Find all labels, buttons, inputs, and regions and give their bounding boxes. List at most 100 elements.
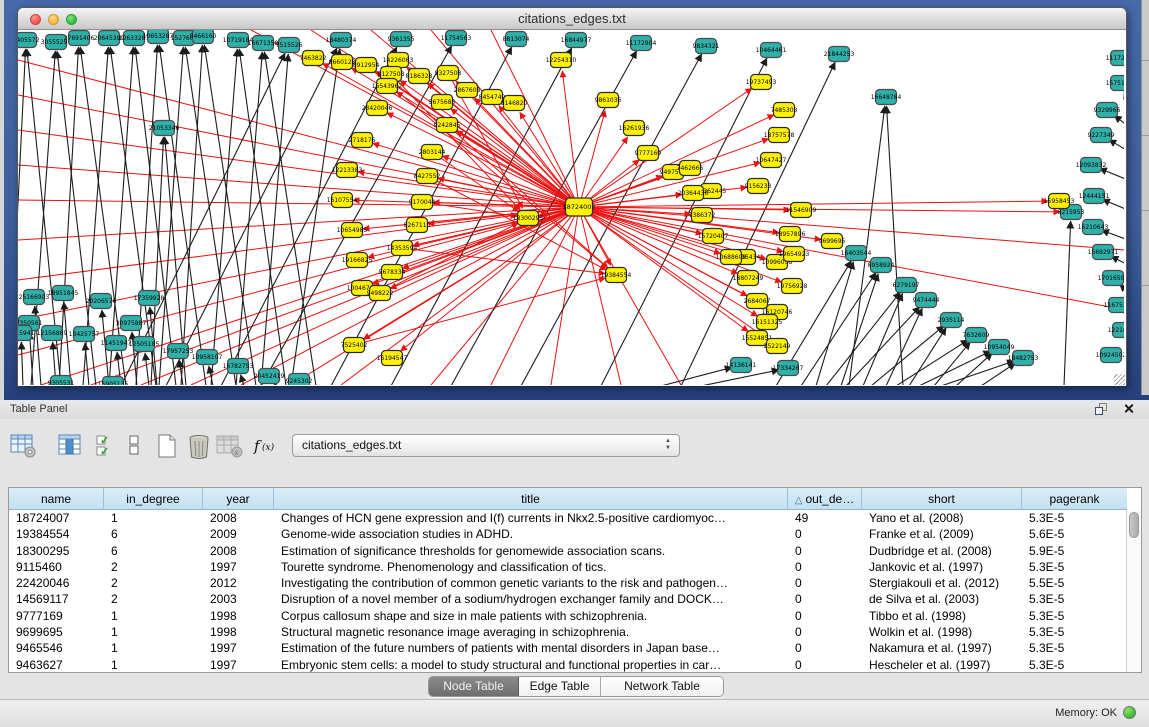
graph-node[interactable]: 9156233 bbox=[745, 179, 772, 194]
graph-node[interactable]: 18480374 bbox=[326, 33, 357, 48]
graph-node[interactable]: 9699695 bbox=[819, 234, 846, 249]
table-cell[interactable]: 9115460 bbox=[9, 559, 104, 575]
graph-node[interactable]: 17359928 bbox=[134, 291, 165, 306]
table-cell[interactable]: 1 bbox=[104, 640, 203, 656]
graph-node[interactable]: 2803144 bbox=[419, 145, 446, 160]
table-cell[interactable]: 2003 bbox=[203, 591, 274, 607]
graph-node[interactable]: 10924502 bbox=[1096, 348, 1124, 363]
table-row[interactable]: 1456911722003Disruption of a novel membe… bbox=[9, 591, 1127, 607]
graph-node[interactable]: 2718176 bbox=[349, 133, 376, 148]
graph-node[interactable]: 16782753 bbox=[223, 359, 254, 374]
table-row[interactable]: 911546021997Tourette syndrome. Phenomeno… bbox=[9, 559, 1127, 575]
column-header-year[interactable]: year bbox=[203, 488, 274, 510]
column-header-short[interactable]: short bbox=[862, 488, 1022, 510]
table-cell[interactable]: 2 bbox=[104, 591, 203, 607]
table-row[interactable]: 1938455462009Genome-wide association stu… bbox=[9, 526, 1127, 542]
graph-node[interactable]: 9242845 bbox=[434, 118, 461, 133]
table-mode-icon[interactable] bbox=[10, 433, 38, 459]
table-cell[interactable]: 1998 bbox=[203, 608, 274, 624]
table-cell[interactable]: Hescheler et al. (1997) bbox=[862, 657, 1022, 673]
table-cell[interactable]: 0 bbox=[788, 575, 862, 591]
table-row[interactable]: 2242004622012Investigating the contribut… bbox=[9, 575, 1127, 591]
graph-node[interactable]: 5678334 bbox=[379, 265, 406, 280]
graph-node[interactable]: 7632609 bbox=[963, 328, 990, 343]
graph-node[interactable]: 7485303 bbox=[771, 103, 798, 118]
graph-node[interactable]: 9405572 bbox=[18, 33, 40, 48]
graph-node[interactable]: 18807249 bbox=[733, 271, 764, 286]
table-cell[interactable]: Stergiakouli et al. (2012) bbox=[862, 575, 1022, 591]
graph-node[interactable]: 11451947 bbox=[101, 336, 132, 351]
graph-node[interactable]: 18757578 bbox=[764, 128, 795, 143]
network-canvas-container[interactable]: 9405572305552972769140620645399106332871… bbox=[18, 30, 1126, 386]
table-cell[interactable]: Disruption of a novel member of a sodium… bbox=[274, 591, 788, 607]
graph-node[interactable]: 21844253 bbox=[824, 47, 855, 62]
graph-node[interactable]: 18957896 bbox=[775, 227, 806, 242]
table-cell[interactable]: Estimation of significance thresholds fo… bbox=[274, 543, 788, 559]
table-cell[interactable]: 5.3E-5 bbox=[1022, 624, 1127, 640]
table-cell[interactable]: 19384554 bbox=[9, 526, 104, 542]
table-cell[interactable]: 0 bbox=[788, 543, 862, 559]
column-header-name[interactable]: name bbox=[9, 488, 104, 510]
graph-node[interactable]: 27691406 bbox=[64, 31, 95, 46]
graph-node[interactable]: 12210343 bbox=[1108, 323, 1124, 338]
table-cell[interactable]: 5.3E-5 bbox=[1022, 510, 1127, 526]
graph-node[interactable]: 16671358 bbox=[248, 36, 279, 51]
table-cell[interactable]: 2009 bbox=[203, 526, 274, 542]
graph-node[interactable]: 9498222 bbox=[367, 286, 394, 301]
table-row[interactable]: 969969511998Structural magnetic resonanc… bbox=[9, 624, 1127, 640]
graph-node[interactable]: 16261936 bbox=[619, 121, 650, 136]
graph-node[interactable]: 12093832 bbox=[1076, 158, 1107, 173]
graph-node[interactable]: 9327508 bbox=[435, 66, 462, 81]
graph-node[interactable]: 11675334 bbox=[1104, 298, 1124, 313]
graph-node[interactable]: 10653287 bbox=[143, 30, 174, 44]
table-cell[interactable]: Jankovic et al. (1997) bbox=[862, 559, 1022, 575]
table-cell[interactable]: 1997 bbox=[203, 657, 274, 673]
table-cell[interactable]: 5.3E-5 bbox=[1022, 591, 1127, 607]
table-cell[interactable]: 6 bbox=[104, 543, 203, 559]
graph-node[interactable]: 8813074 bbox=[503, 32, 530, 47]
table-cell[interactable]: Tourette syndrome. Phenomenology and cla… bbox=[274, 559, 788, 575]
graph-node[interactable]: 21053346 bbox=[149, 121, 180, 136]
graph-node[interactable]: 9861036 bbox=[595, 93, 622, 108]
graph-node[interactable]: 8186328 bbox=[406, 69, 433, 84]
graph-node[interactable]: 9361355 bbox=[388, 32, 415, 47]
graph-node[interactable]: 12505185 bbox=[129, 337, 160, 352]
table-row[interactable]: 1872400712008Changes of HCN gene express… bbox=[9, 510, 1127, 526]
table-cell[interactable]: 5.3E-5 bbox=[1022, 640, 1127, 656]
table-cell[interactable]: 2008 bbox=[203, 543, 274, 559]
table-cell[interactable]: Franke et al. (2009) bbox=[862, 526, 1022, 542]
graph-node[interactable]: 5675685 bbox=[429, 95, 456, 110]
graph-node[interactable]: 2522149 bbox=[764, 339, 791, 354]
table-row[interactable]: 977716911998Corpus callosum shape and si… bbox=[9, 608, 1127, 624]
graph-node[interactable]: 11754563 bbox=[441, 31, 472, 46]
table-row[interactable]: 1830029562008Estimation of significance … bbox=[9, 543, 1127, 559]
table-cell[interactable]: Wolkin et al. (1998) bbox=[862, 624, 1022, 640]
graph-node[interactable]: 7525402 bbox=[341, 338, 368, 353]
table-cell[interactable]: Changes of HCN gene expression and I(f) … bbox=[274, 510, 788, 526]
graph-node[interactable]: 7386372 bbox=[689, 208, 716, 223]
table-cell[interactable]: 5.3E-5 bbox=[1022, 657, 1127, 673]
tab-edge-table[interactable]: Edge Table bbox=[519, 677, 601, 696]
graph-node[interactable]: 12254310 bbox=[546, 53, 577, 68]
graph-node[interactable]: 14353594 bbox=[387, 241, 418, 256]
graph-node[interactable]: 10958107 bbox=[192, 350, 223, 365]
graph-node[interactable]: 14136141 bbox=[726, 358, 757, 373]
table-cell[interactable]: 0 bbox=[788, 657, 862, 673]
graph-node[interactable]: 10464461 bbox=[756, 43, 787, 58]
graph-node[interactable]: 9329966 bbox=[1094, 103, 1121, 118]
graph-node[interactable]: 11172603 bbox=[1106, 51, 1124, 66]
graph-node[interactable]: 19756928 bbox=[777, 279, 808, 294]
float-panel-icon[interactable] bbox=[1095, 403, 1109, 416]
graph-node[interactable]: 8427552 bbox=[414, 169, 441, 184]
graph-node[interactable]: 17334267 bbox=[773, 361, 804, 376]
graph-node[interactable]: 8660128 bbox=[329, 55, 356, 70]
graph-node[interactable]: 20452419 bbox=[254, 369, 285, 384]
table-cell[interactable]: 0 bbox=[788, 559, 862, 575]
window-resize-grip[interactable] bbox=[1114, 374, 1125, 385]
graph-node[interactable]: 16844977 bbox=[561, 33, 592, 48]
graph-node[interactable]: 17016504 bbox=[1098, 271, 1124, 286]
table-cell[interactable]: 49 bbox=[788, 510, 862, 526]
network-graph[interactable]: 9405572305552972769140620645399106332871… bbox=[18, 30, 1124, 385]
table-select-dropdown[interactable]: citations_edges.txt ▲▼ bbox=[292, 434, 680, 457]
graph-node[interactable]: 9834321 bbox=[693, 39, 720, 54]
